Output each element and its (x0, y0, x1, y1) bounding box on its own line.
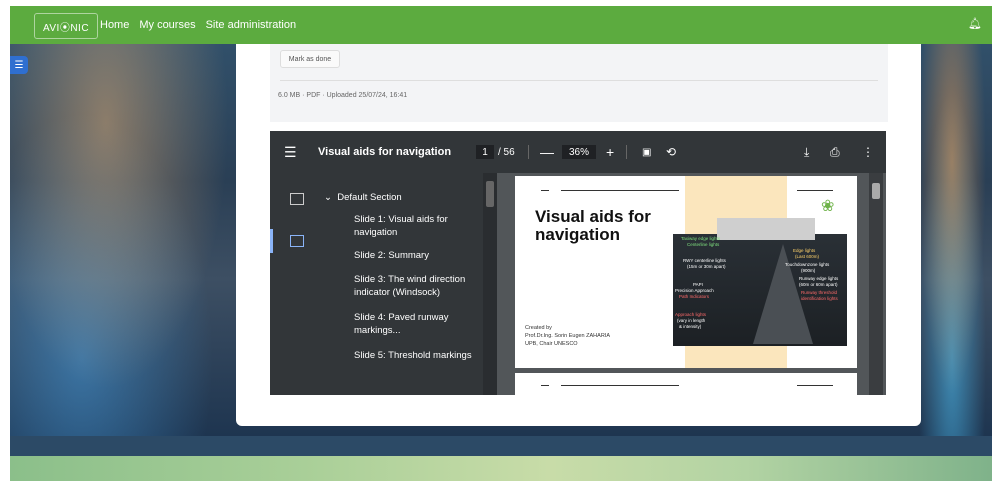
mark-as-done-button[interactable]: Mark as done (280, 50, 340, 68)
outline-item[interactable]: Slide 5: Threshold markings (354, 349, 484, 362)
photo-label: Precision Approach (675, 288, 714, 293)
photo-label: RWY centerline lights (683, 258, 726, 263)
toolbar-divider (626, 145, 627, 159)
photo-label: Approach lights (675, 312, 707, 317)
pdf-page-area: ❀ Visual aids for navigation Created by … (497, 173, 886, 395)
credits-author: Prof.Dr.Ing. Sorin Eugen ZAHARIA (525, 333, 610, 339)
chevron-down-icon: ⌄ (324, 192, 332, 203)
outline-item[interactable]: Slide 2: Summary (354, 249, 484, 262)
outline-section[interactable]: ⌄ Default Section (324, 191, 402, 204)
photo-label: Centerline lights (687, 242, 720, 247)
bell-icon[interactable]: 🔔︎ (968, 17, 982, 30)
outline-item[interactable]: Slide 4: Paved runway markings... (354, 311, 484, 337)
page-number-input[interactable]: 1 (476, 145, 494, 159)
background-band (10, 436, 992, 456)
outline-item[interactable]: Slide 1: Visual aids for navigation (354, 213, 484, 239)
scrollbar-thumb[interactable] (872, 183, 880, 199)
pdf-page (515, 373, 857, 395)
photo-label: & intensity) (679, 324, 702, 329)
slide-rule (561, 385, 679, 386)
thumbnails-icon[interactable] (290, 193, 304, 205)
pdf-viewer: ☰ Visual aids for navigation 1 / 56 — 36… (270, 131, 886, 395)
photo-label: (vary in length (677, 318, 706, 323)
photo-label: (60m or 60m apart) (799, 282, 838, 287)
slide-credits: Created by Prof.Dr.Ing. Sorin Eugen ZAHA… (525, 324, 610, 348)
pdf-page: ❀ Visual aids for navigation Created by … (515, 176, 857, 368)
credits-affiliation: UPB, Chair UNESCO (525, 341, 578, 347)
photo-label: Edge lights (793, 248, 816, 253)
photo-label: (900m) (801, 268, 816, 273)
sidebar-scrollbar[interactable] (483, 173, 497, 395)
active-indicator (270, 229, 273, 253)
background-glow-left (10, 44, 250, 436)
credits-label: Created by (525, 325, 552, 331)
site-logo[interactable]: AVI⦿NIC (34, 13, 98, 39)
divider (280, 80, 878, 81)
footer-gradient (10, 456, 992, 481)
photo-label: Taxiway edge lights (681, 236, 721, 241)
photo-label: Path Indicators (679, 294, 710, 299)
print-icon[interactable]: ⎙ (830, 131, 840, 173)
photo-label: PAPI (693, 282, 703, 287)
page-total: / 56 (498, 146, 515, 158)
zoom-level-input[interactable]: 36% (562, 145, 596, 159)
viewer-scrollbar[interactable] (869, 173, 883, 395)
top-navbar: AVI⦿NIC Home My courses Site administrat… (10, 6, 992, 44)
outline-item[interactable]: Slide 3: The wind direction indicator (W… (354, 273, 484, 299)
fit-page-icon[interactable]: ▣ (642, 131, 651, 173)
photo-caption-box (717, 218, 815, 240)
slide-rule (797, 190, 833, 191)
photo-label: Runway threshold (801, 290, 838, 295)
toolbar-divider (528, 145, 529, 159)
photo-label: Touchdownzone lights (785, 262, 830, 267)
file-metadata: 6.0 MB · PDF · Uploaded 25/07/24, 16:41 (278, 92, 408, 99)
zoom-in-icon[interactable]: + (606, 131, 614, 173)
activity-header: Mark as done 6.0 MB · PDF · Uploaded 25/… (270, 44, 888, 122)
zoom-out-icon[interactable]: — (540, 131, 554, 173)
nav-my-courses-link[interactable]: My courses (139, 19, 195, 31)
photo-label: (Last 600m) (795, 254, 820, 259)
slide-rule (561, 190, 679, 191)
nav-site-administration-link[interactable]: Site administration (206, 19, 297, 31)
slide-rule (541, 385, 549, 386)
runway-lights-photo: Taxiway edge lights Centerline lights Ed… (673, 218, 847, 346)
document-title: Visual aids for navigation (318, 146, 452, 158)
download-icon[interactable]: ⤓ (804, 131, 809, 173)
menu-icon[interactable]: ☰ (284, 131, 297, 173)
slide-rule (541, 190, 549, 191)
scrollbar-thumb[interactable] (486, 181, 494, 207)
pdf-toolbar: ☰ Visual aids for navigation 1 / 56 — 36… (270, 131, 886, 173)
outline-icon[interactable] (290, 235, 304, 247)
unesco-logo-icon: ❀ (821, 198, 835, 215)
slide-title: Visual aids for navigation (535, 207, 651, 244)
rotate-icon[interactable]: ⟲ (666, 131, 676, 173)
photo-label: (15m or 30m apart) (687, 264, 726, 269)
more-icon[interactable]: ⋮ (862, 131, 874, 173)
course-index-toggle-icon[interactable]: ☰ (10, 56, 28, 74)
outline-section-label: Default Section (337, 192, 402, 203)
nav-home-link[interactable]: Home (100, 19, 129, 31)
primary-navigation: Home My courses Site administration (100, 6, 296, 44)
photo-label: identification lights (801, 296, 838, 301)
background-glow-right (912, 44, 992, 436)
sidebar-rail (270, 173, 318, 395)
main-content-card: Mark as done 6.0 MB · PDF · Uploaded 25/… (236, 44, 921, 426)
photo-label: Runway edge lights (799, 276, 839, 281)
pdf-sidebar: ⌄ Default Section Slide 1: Visual aids f… (270, 173, 497, 395)
slide-rule (797, 385, 833, 386)
